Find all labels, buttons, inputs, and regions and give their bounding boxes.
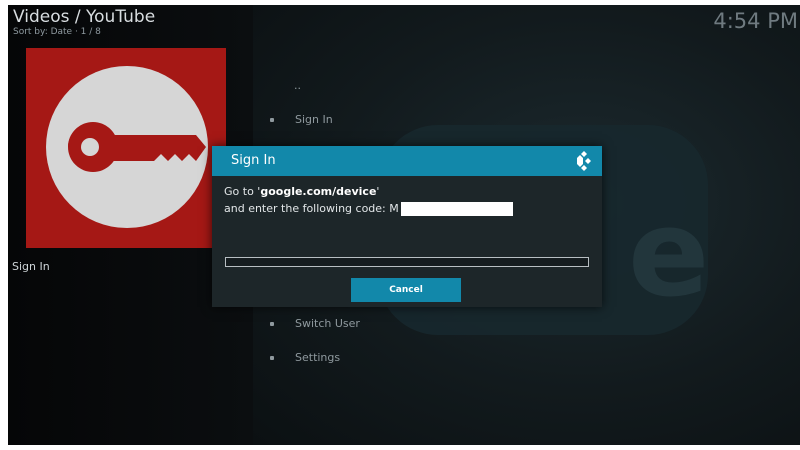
dialog-title: Sign In (231, 153, 276, 168)
breadcrumb: Videos / YouTube (13, 7, 156, 27)
selected-item-label: Sign In (12, 260, 50, 273)
list-item-label: Switch User (295, 317, 360, 330)
kodi-logo-icon (577, 151, 591, 171)
list-item-parent[interactable]: .. (294, 79, 301, 92)
list-item-switch-user[interactable]: Switch User (270, 317, 360, 330)
sign-in-dialog: Sign In Go to 'google.com/device' and en… (212, 146, 602, 307)
list-item-sign-in[interactable]: Sign In (270, 113, 333, 126)
list-item-settings[interactable]: Settings (270, 351, 340, 364)
youtube-fanart-letter: e (628, 185, 710, 324)
bullet-icon (270, 321, 274, 326)
bullet-icon (270, 117, 274, 122)
bullet-icon (270, 355, 274, 360)
dialog-header: Sign In (212, 146, 602, 176)
instruction-line-2: and enter the following code: M (224, 202, 513, 216)
kodi-window: e Videos / YouTube Sort by: Date · 1 / 8… (8, 5, 800, 445)
cancel-button[interactable]: Cancel (351, 278, 461, 302)
list-item-label: Settings (295, 351, 341, 364)
item-thumbnail (26, 48, 226, 248)
instruction-line-1: Go to 'google.com/device' (224, 185, 380, 198)
clock: 4:54 PM (713, 9, 798, 33)
sort-info: Sort by: Date · 1 / 8 (13, 27, 101, 37)
device-code-box (400, 202, 513, 216)
progress-bar (225, 257, 589, 267)
device-url: google.com/device (260, 185, 377, 198)
key-icon (68, 122, 206, 172)
list-item-label: Sign In (295, 113, 333, 126)
